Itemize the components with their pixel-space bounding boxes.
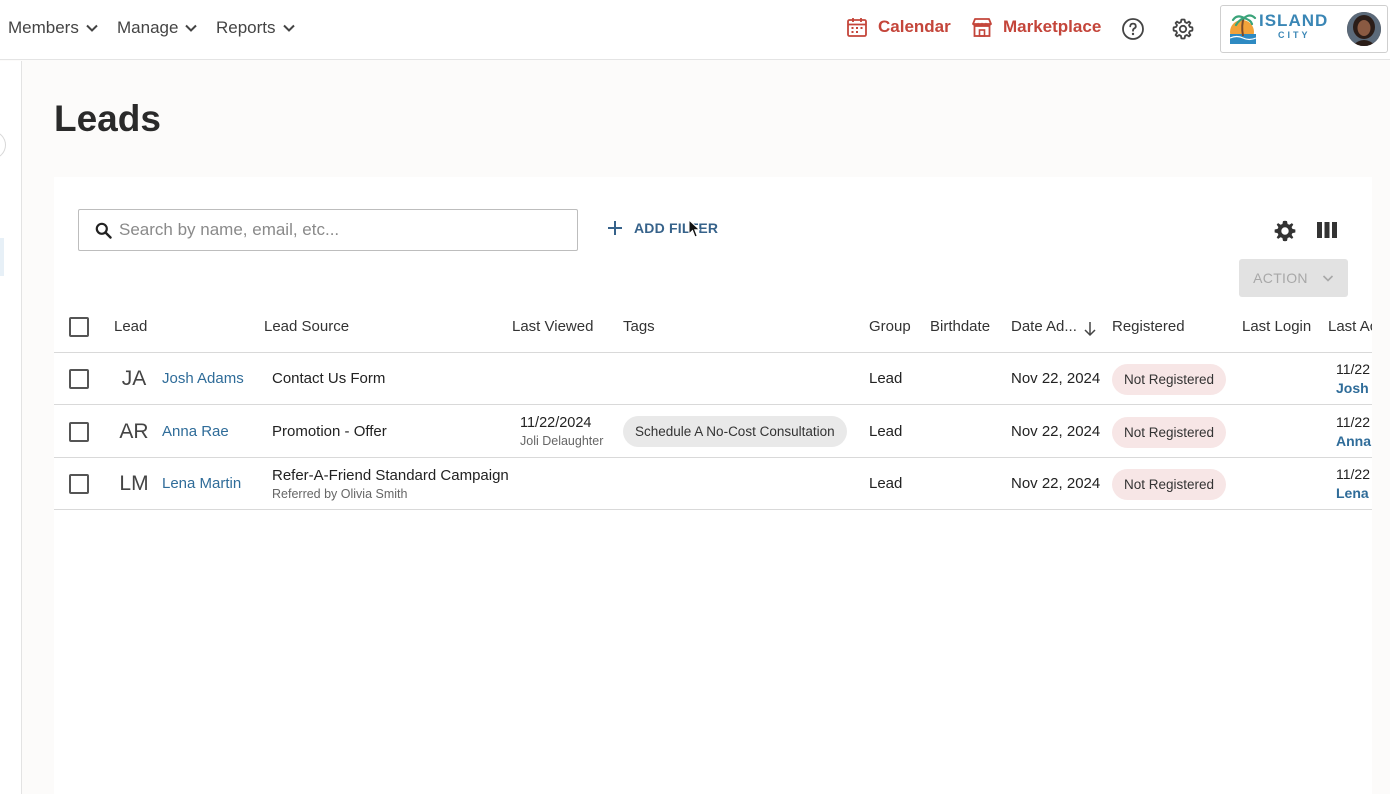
storefront-icon (972, 18, 992, 37)
sidebar (0, 61, 22, 794)
help-icon[interactable] (1121, 17, 1145, 41)
settings-gear-icon[interactable] (1171, 17, 1195, 41)
user-avatar (1347, 12, 1381, 46)
brand-name: ISLAND (1259, 11, 1329, 30)
row-checkbox[interactable] (69, 422, 89, 442)
lead-name-link[interactable]: Anna Rae (162, 423, 229, 440)
page-title: Leads (54, 98, 161, 139)
column-header-last-login[interactable]: Last Login (1242, 318, 1311, 335)
lead-group: Lead (869, 370, 903, 387)
search-icon (95, 222, 112, 239)
chevron-down-icon (185, 24, 198, 32)
lead-name-link[interactable]: Josh Adams (162, 370, 244, 387)
nav-reports[interactable]: Reports (216, 18, 296, 38)
calendar-icon (847, 18, 867, 37)
date-added: Nov 22, 2024 (1011, 475, 1101, 492)
column-header-date-added[interactable]: Date Ad... (1011, 318, 1077, 335)
action-button[interactable]: ACTION (1239, 259, 1348, 297)
table-row[interactable]: LM Lena Martin Refer-A-Friend Standard C… (54, 458, 1372, 510)
last-viewed-date: 11/22/2024 (520, 415, 592, 431)
column-header-birthdate[interactable]: Birthdate (930, 318, 990, 335)
table-row[interactable]: AR Anna Rae Promotion - Offer 11/22/2024… (54, 406, 1372, 458)
last-activity-user-link[interactable]: Lena (1336, 485, 1369, 501)
top-nav-bar: Members Manage Reports Calendar Marketpl… (0, 0, 1390, 60)
registration-status-badge: Not Registered (1112, 417, 1227, 448)
date-added: Nov 22, 2024 (1011, 423, 1101, 440)
sort-descending-icon[interactable] (1083, 321, 1097, 337)
lead-name-link[interactable]: Lena Martin (162, 475, 241, 492)
last-activity-user-link[interactable]: Anna (1336, 433, 1371, 449)
table-row[interactable]: JA Josh Adams Contact Us Form Lead Nov 2… (54, 353, 1372, 405)
lead-group: Lead (869, 475, 903, 492)
nav-manage[interactable]: Manage (117, 18, 198, 38)
column-header-group[interactable]: Group (869, 318, 911, 335)
chevron-down-icon (1322, 275, 1333, 282)
nav-members-label: Members (8, 18, 79, 37)
select-all-checkbox[interactable] (69, 317, 89, 337)
column-header-last-activity[interactable]: Last Ac (1328, 318, 1372, 335)
lead-source: Promotion - Offer (272, 423, 387, 440)
last-activity-date: 11/22 (1336, 361, 1370, 377)
nav-members[interactable]: Members (8, 18, 99, 38)
sidebar-toggle[interactable] (0, 131, 6, 159)
tag-chip[interactable]: Schedule A No-Cost Consultation (623, 416, 847, 447)
leads-panel: ADD FILTER ACTION Lead Lead Source Last … (54, 177, 1372, 794)
marketplace-link[interactable]: Marketplace (971, 16, 1101, 38)
brand-sub: CITY (1278, 30, 1311, 40)
plus-icon (608, 221, 622, 235)
column-header-lead[interactable]: Lead (114, 318, 147, 335)
lead-source: Contact Us Form (272, 370, 386, 387)
account-menu[interactable]: ISLAND CITY (1220, 5, 1388, 53)
column-header-registered[interactable]: Registered (1112, 318, 1185, 335)
add-filter-label: ADD FILTER (634, 220, 719, 236)
action-label: ACTION (1253, 270, 1308, 286)
nav-manage-label: Manage (117, 18, 179, 37)
last-activity-user-link[interactable]: Josh A (1336, 380, 1372, 396)
date-added: Nov 22, 2024 (1011, 370, 1101, 387)
row-checkbox[interactable] (69, 474, 89, 494)
nav-reports-label: Reports (216, 18, 276, 37)
last-viewed-by: Joli Delaughter (520, 434, 604, 448)
lead-avatar: JA (116, 361, 152, 397)
columns-icon[interactable] (1316, 220, 1338, 240)
mouse-cursor-icon (688, 219, 701, 238)
lead-source: Refer-A-Friend Standard Campaign (272, 467, 509, 484)
calendar-label: Calendar (878, 17, 951, 36)
marketplace-label: Marketplace (1003, 17, 1102, 36)
last-activity-date: 11/22 (1336, 414, 1370, 430)
lead-group: Lead (869, 423, 903, 440)
column-header-last-viewed[interactable]: Last Viewed (512, 318, 593, 335)
registration-status-badge: Not Registered (1112, 469, 1227, 500)
search-input[interactable] (119, 210, 569, 250)
row-checkbox[interactable] (69, 369, 89, 389)
last-activity-date: 11/22 (1336, 466, 1370, 482)
lead-avatar: AR (116, 414, 152, 450)
lead-source-referral: Referred by Olivia Smith (272, 487, 408, 501)
calendar-link[interactable]: Calendar (846, 16, 951, 38)
column-header-tags[interactable]: Tags (623, 318, 655, 335)
sidebar-active-indicator (0, 238, 4, 276)
column-header-lead-source[interactable]: Lead Source (264, 318, 349, 335)
table-header: Lead Lead Source Last Viewed Tags Group … (54, 305, 1372, 353)
table-settings-icon[interactable] (1273, 219, 1297, 243)
chevron-down-icon (86, 24, 98, 32)
lead-avatar: LM (116, 466, 152, 502)
chevron-down-icon (282, 24, 295, 32)
search-box (78, 209, 578, 251)
registration-status-badge: Not Registered (1112, 364, 1227, 395)
user-portrait-icon (1347, 12, 1381, 46)
